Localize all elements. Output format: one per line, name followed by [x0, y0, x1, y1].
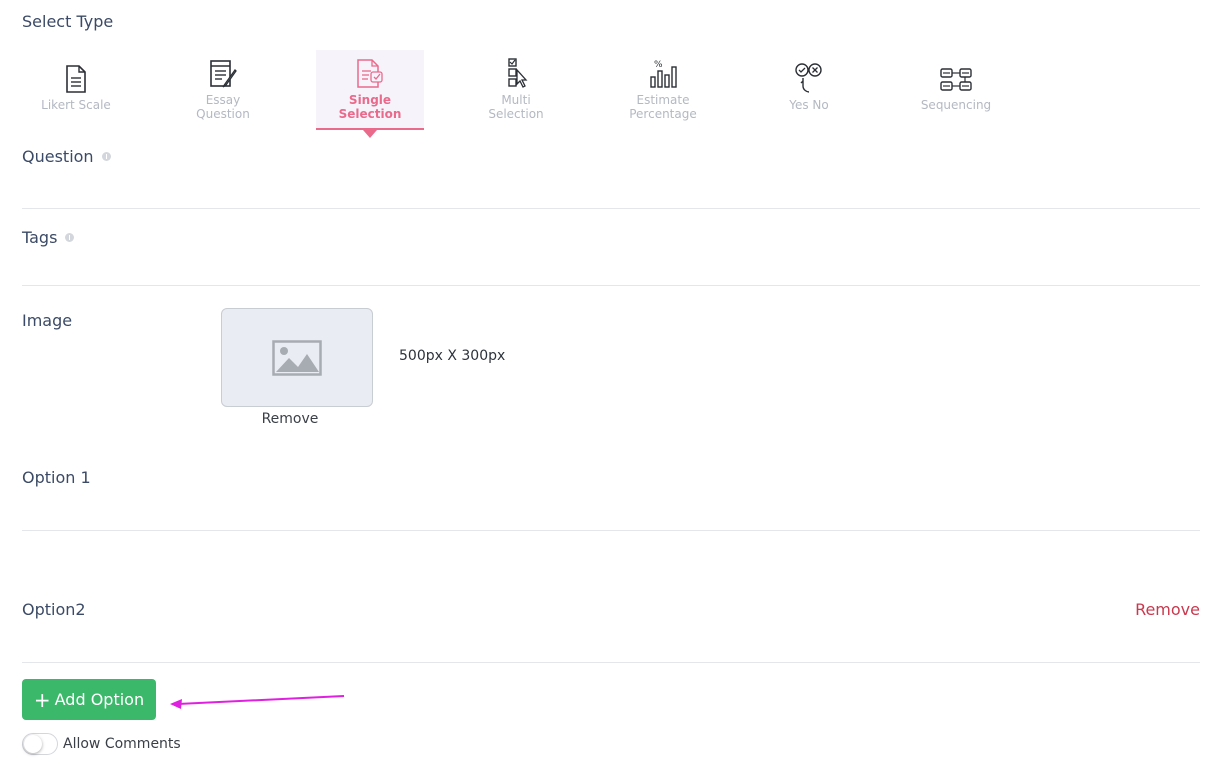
- option-2-divider: [22, 662, 1200, 663]
- add-option-label: Add Option: [54, 690, 145, 709]
- type-single-selection[interactable]: Single Selection: [316, 50, 424, 138]
- image-size-hint: 500px X 300px: [399, 348, 506, 364]
- question-divider: [22, 208, 1200, 209]
- type-label: Yes No: [789, 98, 829, 112]
- svg-text:%: %: [654, 60, 663, 70]
- tags-label: Tags: [22, 228, 75, 247]
- plus-icon: +: [33, 687, 51, 712]
- type-label-line1: Single: [348, 93, 392, 107]
- bar-chart-icon: %: [650, 60, 677, 88]
- tags-label-text: Tags: [22, 228, 58, 247]
- image-remove-link[interactable]: Remove: [221, 411, 359, 427]
- add-option-button[interactable]: + Add Option: [22, 679, 156, 720]
- type-estimate-percentage[interactable]: % Estimate Percentage: [609, 50, 717, 130]
- type-label: Likert Scale: [41, 98, 111, 112]
- option-2-label: Option2: [22, 600, 86, 619]
- question-label-text: Question: [22, 147, 94, 166]
- option-1-divider: [22, 530, 1200, 531]
- type-label-line2: Percentage: [629, 107, 697, 121]
- question-type-selector: Likert Scale Essay Question Single Selec…: [22, 50, 1022, 140]
- sequencing-icon: [940, 68, 972, 91]
- yes-no-icon: [795, 63, 822, 93]
- option-2-remove-link[interactable]: Remove: [1135, 600, 1200, 619]
- info-icon[interactable]: [65, 233, 75, 242]
- type-yes-no[interactable]: Yes No: [755, 50, 863, 130]
- image-placeholder-icon: [272, 340, 322, 376]
- single-selection-icon: [357, 59, 383, 88]
- type-sequencing[interactable]: Sequencing: [902, 50, 1010, 130]
- option-1-label: Option 1: [22, 468, 91, 487]
- type-label-line1: Essay: [205, 93, 241, 107]
- document-icon: [66, 65, 86, 93]
- info-icon[interactable]: [101, 152, 111, 161]
- tags-divider: [22, 285, 1200, 286]
- image-upload-box[interactable]: [221, 308, 373, 407]
- image-label: Image: [22, 311, 73, 330]
- type-label: Sequencing: [920, 98, 992, 112]
- annotation-arrow-icon: [170, 695, 345, 709]
- type-label-line2: Selection: [338, 107, 402, 121]
- select-type-title: Select Type: [22, 12, 114, 31]
- active-caret-icon: [363, 130, 377, 138]
- type-essay-question[interactable]: Essay Question: [169, 50, 277, 130]
- toggle-knob: [24, 735, 42, 753]
- type-label-line2: Selection: [488, 107, 544, 121]
- type-label-line2: Question: [196, 107, 250, 121]
- type-label-line1: Multi: [501, 93, 531, 107]
- essay-icon: [210, 60, 237, 88]
- type-multi-selection[interactable]: Multi Selection: [462, 50, 570, 130]
- type-label-line1: Estimate: [636, 93, 690, 107]
- allow-comments-label: Allow Comments: [63, 736, 181, 752]
- allow-comments-toggle[interactable]: [22, 733, 58, 755]
- type-likert-scale[interactable]: Likert Scale: [22, 50, 130, 130]
- multi-selection-icon: [508, 58, 528, 88]
- question-label: Question: [22, 147, 111, 166]
